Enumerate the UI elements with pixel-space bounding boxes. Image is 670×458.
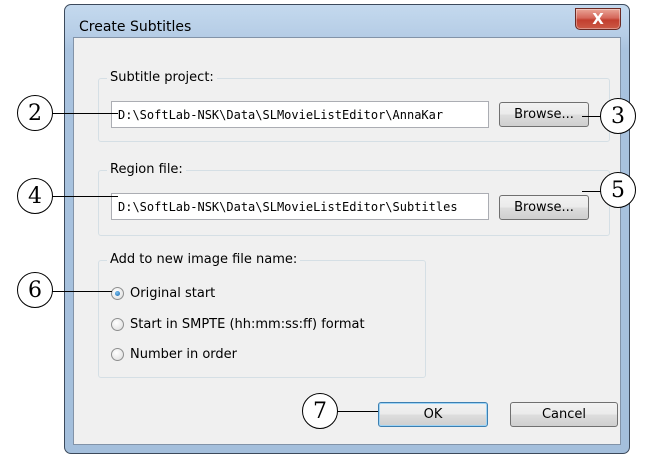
option-smpte-start[interactable]: Start in SMPTE (hh:mm:ss:ff) format (111, 317, 365, 332)
callout-leader-7 (336, 411, 378, 412)
callout-2: 2 (17, 95, 53, 131)
callout-7: 7 (302, 393, 338, 429)
cancel-button[interactable]: Cancel (510, 402, 618, 427)
file-name-options-label: Add to new image file name: (107, 252, 301, 268)
option-number-in-order[interactable]: Number in order (111, 347, 237, 362)
close-button[interactable]: X (575, 8, 621, 30)
option-original-start-label: Original start (130, 286, 216, 301)
callout-5: 5 (600, 172, 636, 208)
radio-number-in-order[interactable] (111, 348, 124, 361)
region-file-browse-button[interactable]: Browse... (499, 195, 589, 220)
file-name-options-group: Add to new image file name: Original sta… (98, 252, 426, 378)
subtitle-project-group: Subtitle project: D:\SoftLab-NSK\Data\SL… (98, 70, 610, 142)
callout-leader-3 (582, 116, 602, 117)
callout-leader-4 (52, 196, 118, 197)
option-number-in-order-label: Number in order (130, 347, 238, 362)
callout-leader-2 (52, 113, 118, 114)
dialog-client-area: Subtitle project: D:\SoftLab-NSK\Data\SL… (73, 37, 621, 445)
ok-button[interactable]: OK (378, 402, 488, 427)
create-subtitles-dialog: Create Subtitles X Subtitle project: D:\… (64, 4, 630, 454)
option-original-start[interactable]: Original start (111, 286, 215, 301)
region-file-group: Region file: D:\SoftLab-NSK\Data\SLMovie… (98, 162, 610, 236)
callout-leader-6 (52, 291, 112, 292)
subtitle-project-field[interactable]: D:\SoftLab-NSK\Data\SLMovieListEditor\An… (111, 101, 489, 128)
window-title: Create Subtitles (79, 19, 192, 35)
callout-3: 3 (600, 98, 636, 134)
callout-6: 6 (17, 272, 53, 308)
close-icon: X (592, 10, 604, 28)
radio-smpte-start[interactable] (111, 318, 124, 331)
radio-original-start[interactable] (111, 287, 124, 300)
callout-4: 4 (17, 178, 53, 214)
subtitle-project-browse-button[interactable]: Browse... (499, 102, 589, 127)
region-file-field[interactable]: D:\SoftLab-NSK\Data\SLMovieListEditor\Su… (111, 193, 489, 220)
region-file-label: Region file: (107, 162, 186, 178)
option-smpte-start-label: Start in SMPTE (hh:mm:ss:ff) format (130, 317, 365, 332)
subtitle-project-label: Subtitle project: (107, 70, 217, 86)
